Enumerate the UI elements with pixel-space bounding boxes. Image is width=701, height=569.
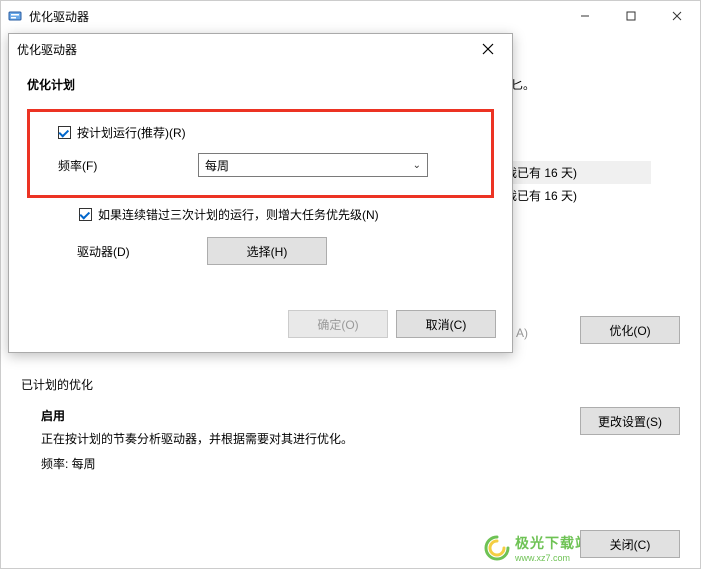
drives-row: 驱动器(D) 选择(H) — [77, 237, 490, 265]
frequency-label: 频率(F) — [58, 157, 198, 174]
cancel-button[interactable]: 取消(C) — [396, 310, 496, 338]
run-on-schedule-row: 按计划运行(推荐)(R) — [58, 124, 481, 141]
increase-priority-label: 如果连续错过三次计划的运行，则增大任务优先级(N) — [98, 206, 379, 223]
dialog-heading: 优化计划 — [27, 76, 494, 93]
dialog-close-button[interactable] — [472, 37, 504, 61]
highlight-box: 按计划运行(推荐)(R) 频率(F) 每周 ⌄ — [27, 109, 494, 198]
dialog-title: 优化驱动器 — [17, 41, 77, 58]
truncated-text: 匕。 — [511, 76, 535, 93]
close-button[interactable]: 关闭(C) — [580, 530, 680, 558]
dialog-buttons: 确定(O) 取消(C) — [288, 310, 496, 338]
optimize-dialog: 优化驱动器 优化计划 按计划运行(推荐)(R) 频率(F) 每周 ⌄ 如果连续错… — [8, 33, 513, 353]
enable-left: 启用 正在按计划的节奏分析驱动器，并根据需要对其进行优化。 频率: 每周 — [41, 407, 353, 472]
app-icon — [7, 8, 23, 24]
watermark: 极光下载站 www.xz7.com — [483, 533, 590, 563]
main-window-title: 优化驱动器 — [29, 8, 89, 25]
partial-button-text: A) — [516, 326, 528, 340]
bottom-bar: 关闭(C) — [580, 530, 680, 558]
increase-priority-checkbox[interactable] — [79, 208, 92, 221]
maximize-button[interactable] — [608, 1, 654, 31]
minimize-button[interactable] — [562, 1, 608, 31]
watermark-url: www.xz7.com — [515, 553, 590, 563]
frequency-row: 频率(F) 每周 ⌄ — [58, 153, 481, 177]
run-on-schedule-label: 按计划运行(推荐)(R) — [77, 124, 186, 141]
chevron-down-icon: ⌄ — [413, 160, 421, 171]
watermark-logo-icon — [483, 534, 511, 562]
status-lines: 新剪裁已有 16 天) 新剪裁已有 16 天) — [481, 161, 700, 207]
select-drives-button[interactable]: 选择(H) — [207, 237, 327, 265]
drives-label: 驱动器(D) — [77, 243, 207, 260]
frequency-value: 每周 — [205, 157, 229, 174]
window-controls — [562, 1, 700, 31]
main-titlebar: 优化驱动器 — [1, 1, 700, 31]
title-left: 优化驱动器 — [7, 8, 89, 25]
optimize-button[interactable]: 优化(O) — [580, 316, 680, 344]
close-icon — [482, 43, 494, 55]
frequency-combobox[interactable]: 每周 ⌄ — [198, 153, 428, 177]
close-window-button[interactable] — [654, 1, 700, 31]
watermark-text: 极光下载站 www.xz7.com — [515, 533, 590, 563]
scheduled-section: 已计划的优化 启用 正在按计划的节奏分析驱动器，并根据需要对其进行优化。 频率:… — [21, 376, 680, 472]
run-on-schedule-checkbox[interactable] — [58, 126, 71, 139]
watermark-name: 极光下载站 — [515, 533, 590, 553]
ok-button[interactable]: 确定(O) — [288, 310, 388, 338]
main-buttons-row: 优化(O) — [580, 316, 680, 344]
frequency-line: 频率: 每周 — [41, 455, 353, 472]
enable-label: 启用 — [41, 407, 353, 424]
scheduled-section-title: 已计划的优化 — [21, 376, 680, 393]
increase-priority-row: 如果连续错过三次计划的运行，则增大任务优先级(N) — [79, 206, 490, 223]
change-settings-button[interactable]: 更改设置(S) — [580, 407, 680, 435]
dialog-titlebar: 优化驱动器 — [9, 34, 512, 64]
dialog-body: 优化计划 按计划运行(推荐)(R) 频率(F) 每周 ⌄ 如果连续错过三次计划的… — [9, 64, 512, 277]
enable-row: 启用 正在按计划的节奏分析驱动器，并根据需要对其进行优化。 频率: 每周 更改设… — [21, 407, 680, 472]
status-line-2: 新剪裁已有 16 天) — [481, 184, 700, 207]
enable-description: 正在按计划的节奏分析驱动器，并根据需要对其进行优化。 — [41, 430, 353, 447]
